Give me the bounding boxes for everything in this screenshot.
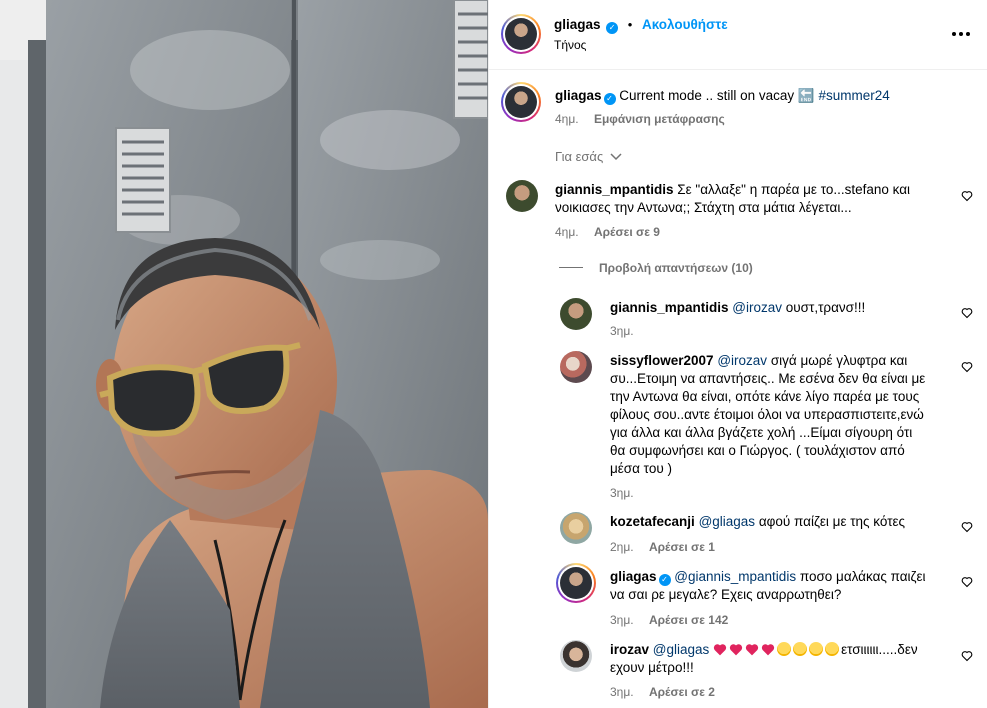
reply-meta: 3ημ. Αρέσει σε 142 bbox=[610, 613, 728, 627]
comment-text-line1: Σε "αλλαξε" η παρέα με το...stefano και bbox=[677, 182, 911, 197]
reply-mention[interactable]: @gliagas bbox=[699, 514, 756, 529]
heart-icon[interactable] bbox=[961, 190, 973, 202]
chevron-down-icon bbox=[610, 153, 622, 161]
more-options-icon[interactable] bbox=[952, 25, 970, 43]
reply-username[interactable]: gliagas bbox=[610, 569, 657, 584]
reply: gliagas ✓ @giannis_mpantidis ποσο μαλάκας… bbox=[610, 568, 955, 604]
follow-button[interactable]: Ακολουθήστε bbox=[642, 17, 728, 32]
reply-likes[interactable]: Αρέσει σε 1 bbox=[649, 540, 715, 554]
author-username[interactable]: gliagas bbox=[554, 17, 601, 32]
laughing-emoji bbox=[809, 642, 824, 656]
reply-mention[interactable]: @irozav bbox=[717, 353, 767, 368]
post-panel: gliagas ✓ • Ακολουθήστε Τήνος gliagas ✓ C… bbox=[488, 0, 987, 708]
reply: giannis_mpantidis @irozav ουστ,τρανσ!!! bbox=[610, 299, 950, 317]
caption-time[interactable]: 4ημ. bbox=[555, 112, 579, 126]
red-heart-emoji bbox=[713, 644, 727, 656]
comment-time[interactable]: 4ημ. bbox=[555, 225, 579, 239]
reply-text-line1: σιγά μωρέ γλυφτρα και bbox=[767, 353, 908, 368]
reply-time[interactable]: 3ημ. bbox=[610, 613, 634, 627]
caption-meta: 4ημ. Εμφάνιση μετάφρασης bbox=[555, 112, 725, 126]
reply-text: ουστ,τρανσ!!! bbox=[782, 300, 866, 315]
reply-time[interactable]: 2ημ. bbox=[610, 540, 634, 554]
reply-text-line2: συ...Ετοιμη να απαντήσεις.. Με εσένα δεν… bbox=[610, 371, 926, 386]
post-photo[interactable] bbox=[0, 0, 488, 708]
red-heart-emoji bbox=[729, 644, 743, 656]
reply-text-line4: φίλους σου..αντε έτοιμοι όλοι να υπερασπ… bbox=[610, 407, 924, 422]
reply-text-line2: εχουν μέτρο!!! bbox=[610, 660, 694, 675]
reply-text-line6: θα συμφωνήσει και ο Γιώργος. ( τουλάχιστ… bbox=[610, 443, 905, 458]
caption-hashtag[interactable]: #summer24 bbox=[818, 88, 889, 103]
reply-username[interactable]: irozav bbox=[610, 642, 649, 657]
red-heart-emoji bbox=[761, 644, 775, 656]
reply-time[interactable]: 3ημ. bbox=[610, 685, 634, 699]
verified-badge-icon: ✓ bbox=[606, 22, 619, 34]
heart-icon[interactable] bbox=[961, 650, 973, 662]
separator-dot: • bbox=[627, 17, 633, 32]
view-replies-label: Προβολή απαντήσεων (10) bbox=[599, 261, 753, 275]
reply-avatar[interactable] bbox=[560, 512, 592, 544]
reply: sissyflower2007 @irozav σιγά μωρέ γλυφτρ… bbox=[610, 352, 955, 478]
author-avatar[interactable] bbox=[501, 14, 541, 54]
reply-likes[interactable]: Αρέσει σε 142 bbox=[649, 613, 728, 627]
comment: giannis_mpantidis Σε "αλλαξε" η παρέα με… bbox=[555, 181, 945, 217]
heart-icon[interactable] bbox=[961, 361, 973, 373]
reply: kozetafecanji @gliagas αφού παίζει με τη… bbox=[610, 513, 955, 531]
comment-meta: 4ημ. Αρέσει σε 9 bbox=[555, 225, 660, 239]
laughing-emoji bbox=[793, 642, 808, 656]
reply-meta: 3ημ. bbox=[610, 486, 634, 500]
reply-avatar[interactable] bbox=[556, 563, 596, 603]
post-header: gliagas ✓ • Ακολουθήστε Τήνος bbox=[489, 0, 987, 70]
reply-text-line5: για άλλα και άλλα βγάζετε χολή ...Είμαι … bbox=[610, 425, 913, 440]
reply-meta: 3ημ. bbox=[610, 324, 634, 338]
reply-text: αφού παίζει με της κότες bbox=[755, 514, 906, 529]
verified-badge-icon: ✓ bbox=[603, 93, 616, 105]
caption-username[interactable]: gliagas bbox=[555, 88, 602, 103]
reply-avatar[interactable] bbox=[560, 640, 592, 672]
reply-username[interactable]: kozetafecanji bbox=[610, 514, 695, 529]
for-you-label: Για εσάς bbox=[555, 149, 604, 164]
commenter-avatar[interactable] bbox=[506, 180, 538, 212]
post-location[interactable]: Τήνος bbox=[554, 38, 586, 52]
for-you-filter[interactable]: Για εσάς bbox=[555, 149, 622, 164]
laughing-emoji bbox=[825, 642, 840, 656]
photo-illustration bbox=[0, 0, 488, 708]
reply-mention[interactable]: @giannis_mpantidis bbox=[674, 569, 796, 584]
reply-time[interactable]: 3ημ. bbox=[610, 324, 634, 338]
reply-divider bbox=[559, 267, 583, 268]
reply-time[interactable]: 3ημ. bbox=[610, 486, 634, 500]
reply-avatar[interactable] bbox=[560, 351, 592, 383]
verified-badge-icon: ✓ bbox=[658, 574, 671, 586]
reply-mention[interactable]: @gliagas bbox=[653, 642, 710, 657]
instagram-post-modal: gliagas ✓ • Ακολουθήστε Τήνος gliagas ✓ C… bbox=[0, 0, 987, 708]
reply-avatar[interactable] bbox=[560, 298, 592, 330]
comment-username[interactable]: giannis_mpantidis bbox=[555, 182, 674, 197]
heart-icon[interactable] bbox=[961, 576, 973, 588]
reply: irozav @gliagas ετσιιιιιι.....δεν εχουν … bbox=[610, 641, 955, 677]
caption-text: Current mode .. still on vacay 🔚 bbox=[619, 88, 815, 103]
reply-mention[interactable]: @irozav bbox=[732, 300, 782, 315]
reply-text-line2: να σαι ρε μεγαλε? Εχεις αναρρωτηθει? bbox=[610, 587, 842, 602]
comment-text-line2: νοικιασες την Αντωνα;; Στάχτη στα μάτια … bbox=[555, 200, 852, 215]
reply-meta: 3ημ. Αρέσει σε 2 bbox=[610, 685, 715, 699]
comment-likes[interactable]: Αρέσει σε 9 bbox=[594, 225, 660, 239]
reply-text-line7: μέσα του ) bbox=[610, 461, 672, 476]
reply-text-line1: ποσο μαλάκας παιζει bbox=[796, 569, 926, 584]
heart-icon[interactable] bbox=[961, 521, 973, 533]
reply-text-line3: την Αντωνα θα είναι, οπότε κάνε λίγο παρ… bbox=[610, 389, 920, 404]
header-title-row: gliagas ✓ • Ακολουθήστε bbox=[554, 17, 728, 34]
laughing-emoji bbox=[777, 642, 792, 656]
heart-icon[interactable] bbox=[961, 307, 973, 319]
reply-text-line1: ετσιιιιιι.....δεν bbox=[841, 642, 918, 657]
reply-likes[interactable]: Αρέσει σε 2 bbox=[649, 685, 715, 699]
reply-meta: 2ημ. Αρέσει σε 1 bbox=[610, 540, 715, 554]
red-heart-emoji bbox=[745, 644, 759, 656]
caption-avatar[interactable] bbox=[501, 82, 541, 122]
reply-username[interactable]: sissyflower2007 bbox=[610, 353, 714, 368]
view-replies-button[interactable]: Προβολή απαντήσεων (10) bbox=[559, 260, 753, 275]
see-translation-link[interactable]: Εμφάνιση μετάφρασης bbox=[594, 112, 725, 126]
reply-username[interactable]: giannis_mpantidis bbox=[610, 300, 729, 315]
caption: gliagas ✓ Current mode .. still on vacay … bbox=[555, 87, 975, 105]
